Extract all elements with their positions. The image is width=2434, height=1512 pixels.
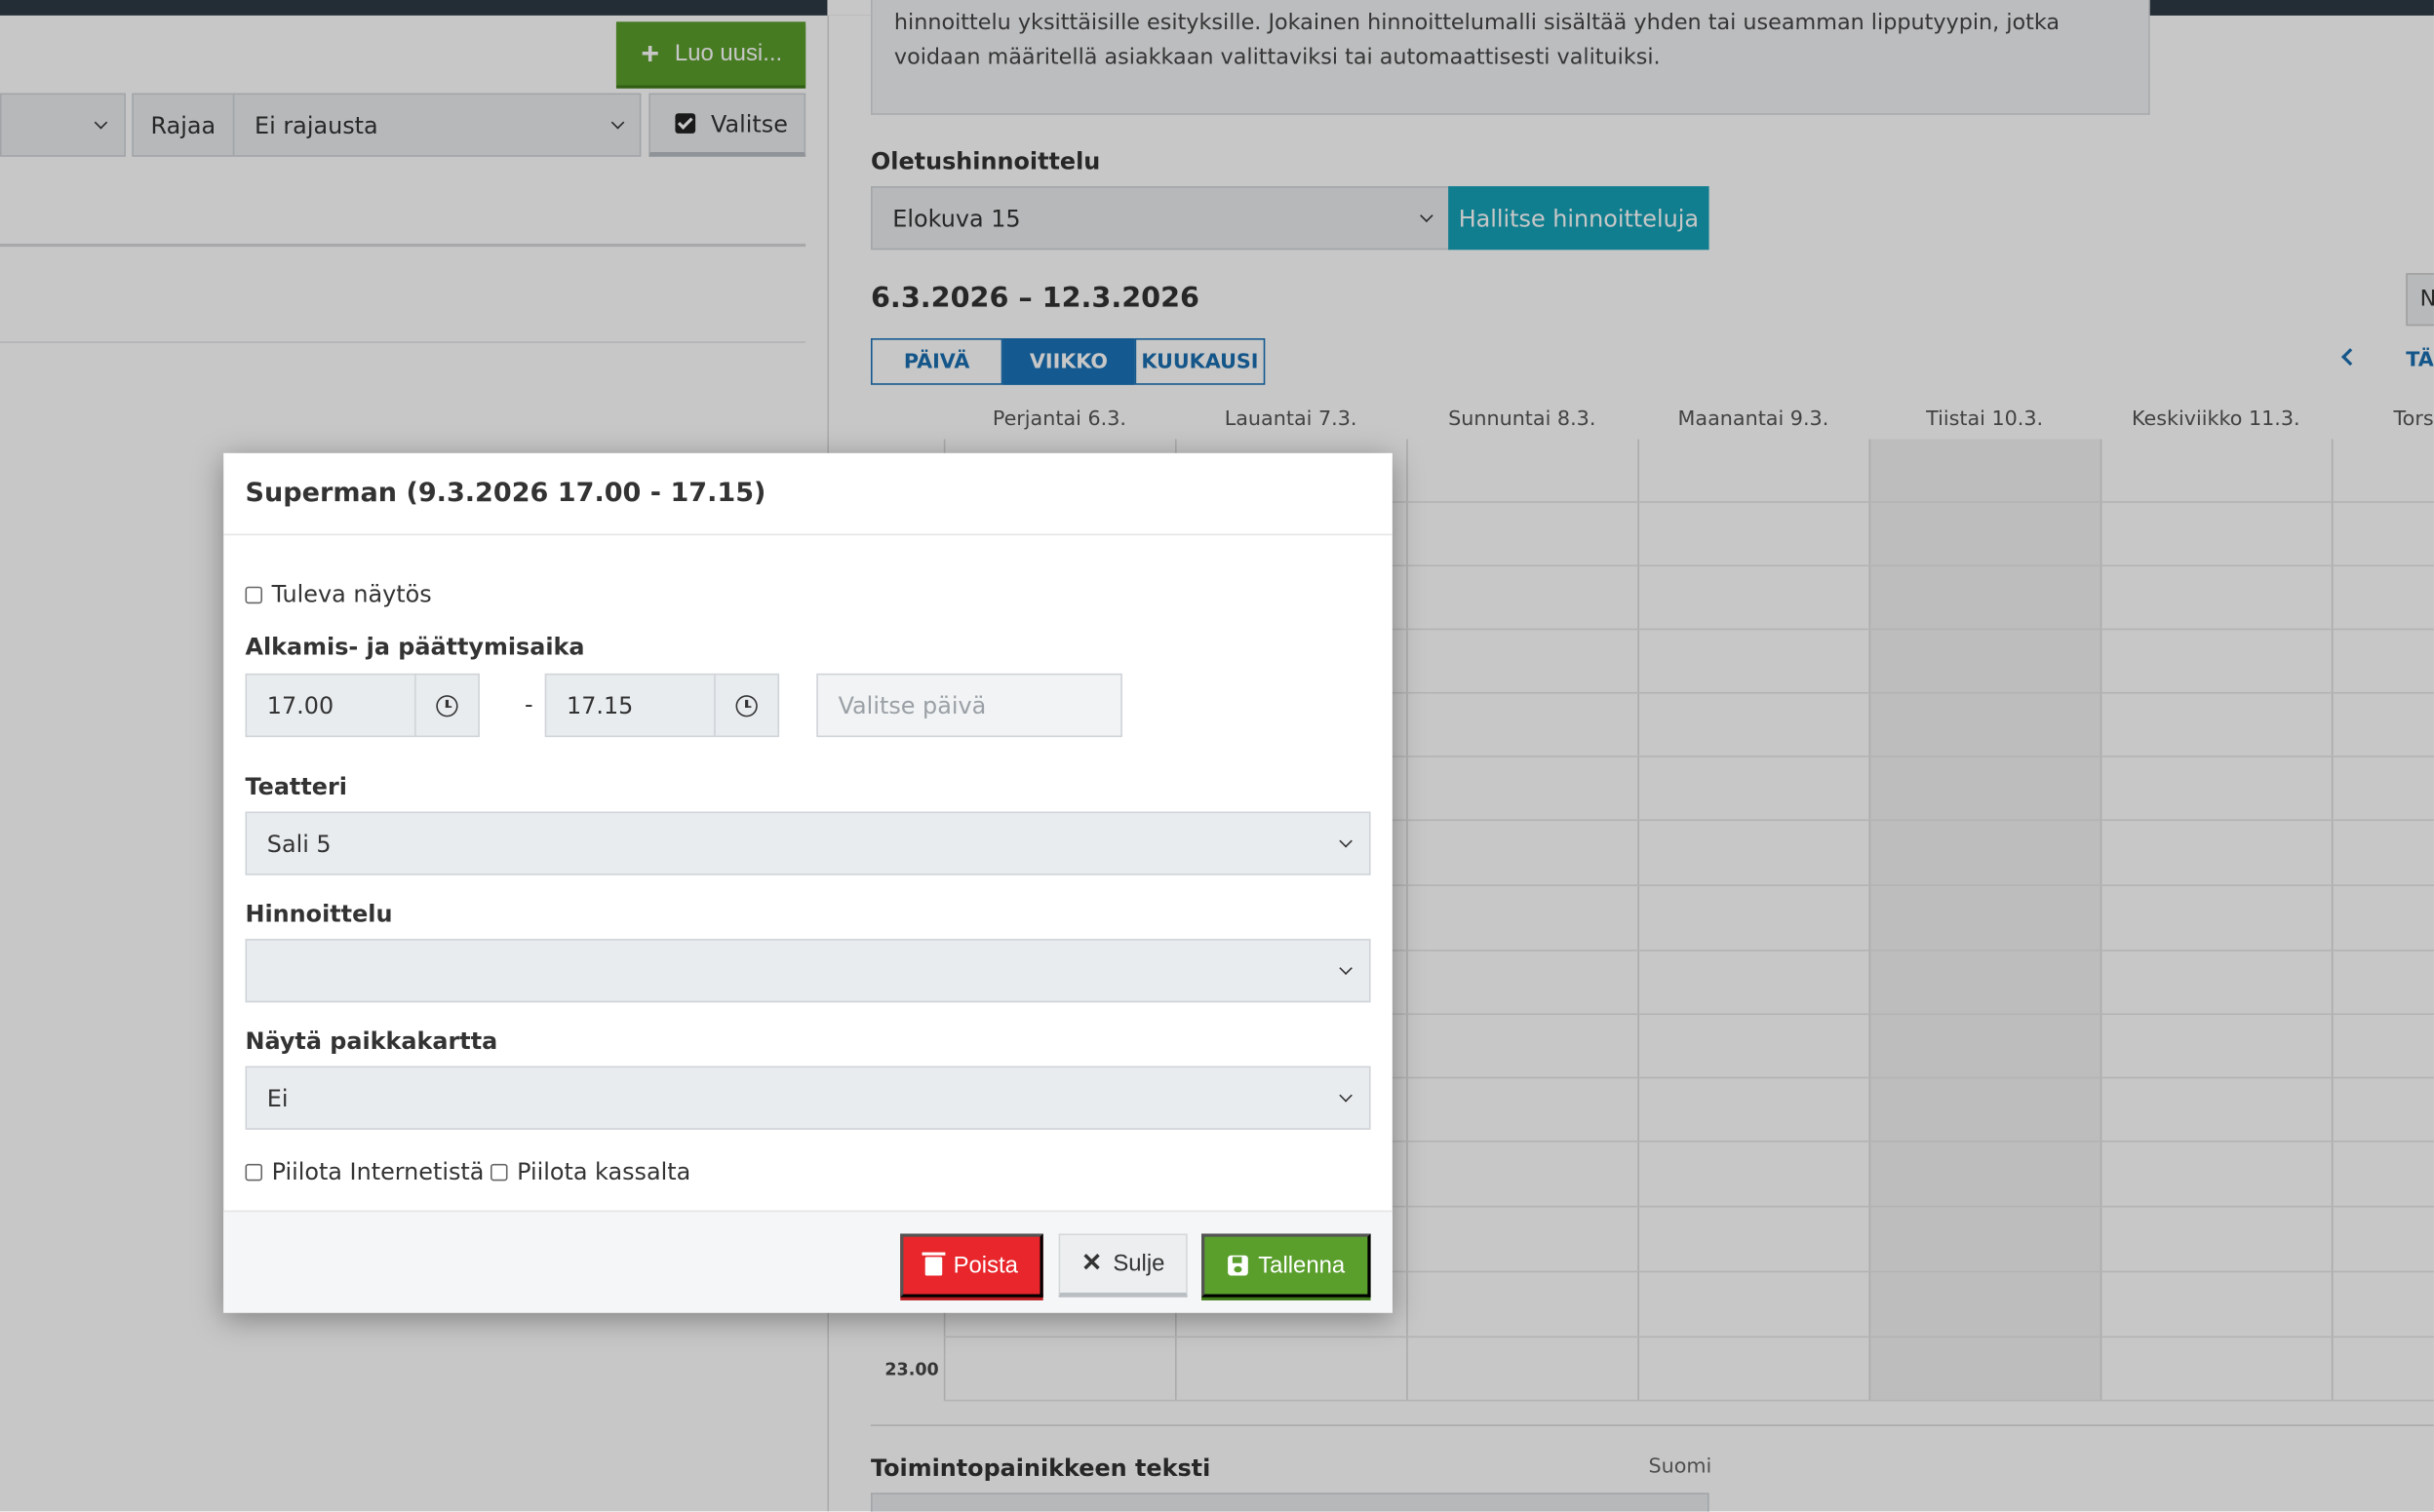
upcoming-label: Tuleva näytös (271, 580, 432, 608)
hide-internet-checkbox[interactable] (245, 1163, 263, 1181)
hide-cashier-row[interactable]: Piilota kassalta (491, 1157, 690, 1185)
theater-value: Sali 5 (266, 829, 332, 858)
hide-internet-label: Piilota Internetistä (271, 1157, 485, 1186)
trash-icon (922, 1251, 946, 1275)
start-time-addon[interactable] (414, 673, 480, 738)
clock-icon (436, 694, 458, 717)
save-icon (1227, 1255, 1248, 1276)
theater-label: Teatteri (245, 772, 347, 801)
save-button[interactable]: Tallenna (1201, 1233, 1371, 1298)
seatmap-select[interactable]: Ei (245, 1066, 1371, 1130)
hide-cashier-checkbox[interactable] (491, 1163, 508, 1181)
delete-label: Poista (953, 1252, 1018, 1279)
time-range-label: Alkamis- ja päättymisaika (245, 633, 585, 662)
showtime-modal: Superman (9.3.2026 17.00 - 17.15) Tuleva… (223, 452, 1393, 1313)
end-time-input[interactable]: 17.15 (544, 673, 716, 738)
close-button[interactable]: ✕ Sulje (1058, 1233, 1188, 1298)
upcoming-checkbox[interactable] (245, 585, 263, 603)
hide-cashier-label: Piilota kassalta (517, 1157, 691, 1186)
delete-button[interactable]: Poista (900, 1233, 1043, 1298)
close-label: Sulje (1113, 1250, 1165, 1278)
page-root: + Luo uusi... Rajaa Ei rajausta Valitse … (0, 0, 2434, 1512)
start-time-input[interactable]: 17.00 (245, 673, 416, 738)
chevron-down-icon (1339, 1089, 1353, 1103)
hide-internet-row[interactable]: Piilota Internetistä (245, 1157, 485, 1186)
theater-select[interactable]: Sali 5 (245, 811, 1371, 875)
pricing-select[interactable] (245, 939, 1371, 1003)
time-separator: - (525, 690, 533, 719)
chevron-down-icon (1339, 961, 1353, 976)
save-label: Tallenna (1258, 1252, 1346, 1279)
end-time-addon[interactable] (714, 673, 780, 738)
date-input[interactable]: Valitse päivä (816, 673, 1122, 738)
modal-title: Superman (9.3.2026 17.00 - 17.15) (223, 453, 1393, 536)
seatmap-label: Näytä paikkakartta (245, 1027, 498, 1056)
pricing-label: Hinnoittelu (245, 900, 393, 928)
close-icon: ✕ (1080, 1250, 1103, 1277)
chevron-down-icon (1339, 834, 1353, 848)
upcoming-checkbox-row[interactable]: Tuleva näytös (245, 580, 432, 608)
modal-footer: Poista ✕ Sulje Tallenna (223, 1210, 1393, 1313)
clock-icon (735, 694, 758, 717)
seatmap-value: Ei (266, 1083, 289, 1112)
